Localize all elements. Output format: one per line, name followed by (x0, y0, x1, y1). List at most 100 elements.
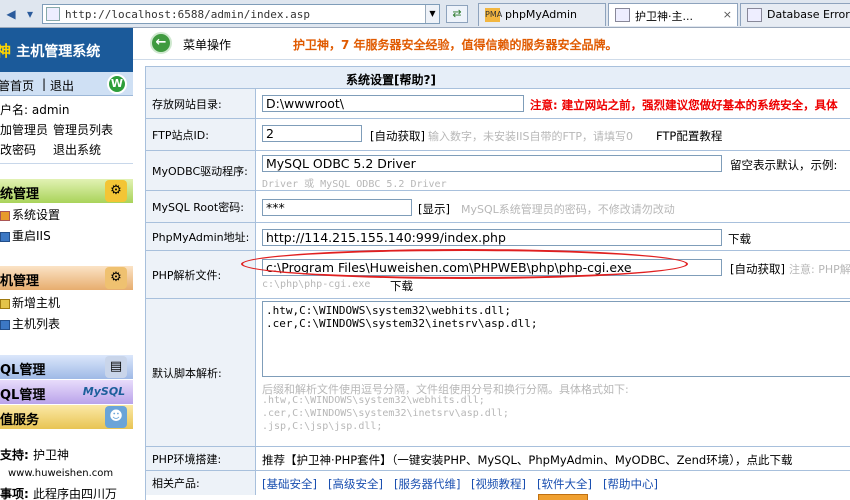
product-link-video-tutorial[interactable]: [视频教程] (471, 476, 526, 492)
refresh-button[interactable]: ⇄ (446, 5, 468, 23)
address-dropdown-icon[interactable]: ▼ (425, 5, 439, 23)
add-host-icon (0, 298, 10, 309)
webroot-warning: 注意: 建立网站之前，强烈建议您做好基本的系统安全，具体 (530, 98, 838, 112)
restart-icon (0, 231, 10, 242)
note-line: 事项: 此程序由四川万 (0, 485, 117, 500)
note-value: 此程序由四川万 (32, 487, 117, 500)
field-label: MySQL Root密码: (146, 191, 256, 222)
phpmyadmin-url-input[interactable]: http://114.215.155.140:999/index.php (262, 229, 722, 246)
field-label: FTP站点ID: (146, 119, 256, 150)
logo-mark: 神 (0, 42, 12, 60)
php-download-link[interactable]: 下载 (390, 278, 413, 294)
page-icon (46, 7, 60, 21)
odbc-hint: Driver 或 MySQL ODBC 5.2 Driver (262, 179, 447, 190)
browser-toolbar: ◀ ▾ http://localhost:6588/admin/index.as… (0, 0, 850, 28)
field-label: PHP解析文件: (146, 251, 256, 298)
product-link-advanced-security[interactable]: [高级安全] (328, 476, 383, 492)
mysql-logo-icon: MySQL (82, 385, 126, 398)
show-password-button[interactable]: [显示] (418, 201, 450, 217)
section-label: 统管理 (0, 187, 40, 202)
tab-phpmyadmin[interactable]: PMA phpMyAdmin (478, 3, 606, 26)
sidebar-item-restart-iis[interactable]: 重启IIS (0, 227, 51, 244)
tab-label: Database Error (767, 8, 850, 21)
phpmyadmin-download-link[interactable]: 下载 (728, 231, 751, 247)
logo: 神 主机管理系统 (0, 40, 100, 61)
field-label: 存放网站目录: (146, 89, 256, 118)
field-label: 默认脚本解析: (146, 299, 256, 446)
back-arrow-icon[interactable]: ◀ (3, 6, 19, 22)
tab-label: 护卫神·主... (635, 10, 693, 23)
back-arrow-icon[interactable]: ← (150, 32, 172, 54)
item-label: 系统设置 (12, 208, 61, 222)
row-webroot: 存放网站目录: D:\wwwroot\ 注意: 建立网站之前，强烈建议您做好基本… (146, 89, 850, 119)
sidebar-item-system-settings[interactable]: 系统设置 (0, 206, 60, 223)
ftp-hint: 输入数字，未安装IIS自带的FTP，请填写0 (428, 130, 633, 143)
php-hint: 注意: PHP解 (789, 263, 850, 276)
pma-icon: PMA (485, 8, 502, 22)
sidebar: 神 主机管理系统 管首页 | 退出 W 户名: admin 加管理员 管理员列表… (0, 28, 133, 500)
home-link[interactable]: 管首页 (0, 77, 34, 94)
row-script-mapping: 默认脚本解析: .htw,C:\WINDOWS\system32\webhits… (146, 299, 850, 447)
support-url[interactable]: www.huweishen.com (8, 468, 113, 479)
script-mapping-textarea[interactable]: .htw,C:\WINDOWS\system32\webhits.dll; .c… (262, 301, 850, 377)
item-label: 新增主机 (12, 296, 61, 310)
sidebar-item-new-host[interactable]: 新增主机 (0, 294, 60, 311)
ftp-tutorial-link[interactable]: FTP配置教程 (656, 128, 722, 144)
logout-link[interactable]: 退出 (50, 77, 74, 94)
row-products: 相关产品: [基础安全] [高级安全] [服务器代维] [视频教程] [软件大全… (146, 471, 850, 495)
section-mssql[interactable]: QL管理 ▤ (0, 355, 133, 379)
row-odbc: MyODBC驱动程序: MySQL ODBC 5.2 Driver 留空表示默认… (146, 151, 850, 191)
php-auto-button[interactable]: [自动获取] (730, 261, 785, 277)
shield-icon: W (107, 74, 127, 94)
close-icon[interactable]: × (723, 8, 732, 21)
dropdown-icon[interactable]: ▾ (22, 6, 38, 22)
php-suite-download-link[interactable]: 推荐【护卫神·PHP套件】（一键安装PHP、MySQL、PhpMyAdmin、M… (262, 452, 792, 468)
odbc-driver-input[interactable]: MySQL ODBC 5.2 Driver (262, 155, 722, 172)
webroot-input[interactable]: D:\wwwroot\ (262, 95, 524, 112)
form-title: 系统设置[帮助?] (146, 67, 850, 89)
sidebar-item-host-list[interactable]: 主机列表 (0, 315, 60, 332)
section-label: QL管理 (0, 363, 46, 378)
product-link-basic-security[interactable]: [基础安全] (262, 476, 317, 492)
highlight-ellipse (241, 249, 688, 279)
add-admin-link[interactable]: 加管理员 (0, 121, 48, 138)
section-label: 机管理 (0, 274, 40, 289)
section-mysql[interactable]: QL管理 MySQL (0, 380, 133, 404)
support-line: 支持: 护卫神 (0, 446, 69, 463)
tab-database-error[interactable]: Database Error (740, 3, 850, 26)
page-icon (615, 8, 630, 22)
section-system[interactable]: 统管理 ⚙ (0, 179, 133, 203)
script-example-line: .htw,C:\WINDOWS\system32\webhits.dll; (262, 395, 485, 406)
product-link-software[interactable]: [软件大全] (537, 476, 592, 492)
tab-huweishen[interactable]: 护卫神·主... × (608, 3, 738, 26)
exit-system-link[interactable]: 退出系统 (53, 141, 101, 158)
url-text[interactable]: http://localhost:6588/admin/index.asp (65, 8, 310, 21)
row-mysql-root: MySQL Root密码: *** [显示] MySQL系统管理员的密码，不修改… (146, 191, 850, 223)
section-value-services[interactable]: 值服务 ☻ (0, 405, 133, 429)
field-label: PHP环境搭建: (146, 447, 256, 470)
logo-text: 主机管理系统 (16, 44, 101, 60)
section-host[interactable]: 机管理 ⚙ (0, 266, 133, 290)
script-example-line: .cer,C:\WINDOWS\system32\inetsrv\asp.dll… (262, 408, 509, 419)
database-icon: ▤ (105, 356, 127, 378)
slogan: 护卫神，7 年服务器安全经验，值得信赖的服务器安全品牌。 (293, 38, 618, 52)
ftp-auto-button[interactable]: [自动获取] (370, 128, 425, 144)
mysql-root-password-input[interactable]: *** (262, 199, 412, 216)
php-hint-example: c:\php\php-cgi.exe (262, 279, 371, 290)
menu-bar: ← 菜单操作 护卫神，7 年服务器安全经验，值得信赖的服务器安全品牌。 (133, 28, 850, 60)
gears-icon: ⚙ (105, 180, 127, 202)
save-button[interactable] (538, 494, 588, 500)
section-label: 值服务 (0, 413, 40, 428)
row-php-env: PHP环境搭建: 推荐【护卫神·PHP套件】（一键安装PHP、MySQL、Php… (146, 447, 850, 471)
section-label: QL管理 (0, 388, 46, 403)
address-bar[interactable]: http://localhost:6588/admin/index.asp ▼ (42, 4, 440, 24)
change-password-link[interactable]: 改密码 (0, 141, 36, 158)
script-example-line: .jsp,C:\jsp\jsp.dll; (262, 421, 383, 432)
row-php: PHP解析文件: c:\Program Files\Huweishen.com\… (146, 249, 850, 299)
server-gear-icon: ⚙ (105, 267, 127, 289)
product-link-server-ops[interactable]: [服务器代维] (394, 476, 460, 492)
product-link-help-center[interactable]: [帮助中心] (603, 476, 658, 492)
ftp-id-input[interactable]: 2 (262, 125, 362, 142)
admin-list-link[interactable]: 管理员列表 (53, 121, 113, 138)
field-label: PhpMyAdmin地址: (146, 223, 256, 250)
